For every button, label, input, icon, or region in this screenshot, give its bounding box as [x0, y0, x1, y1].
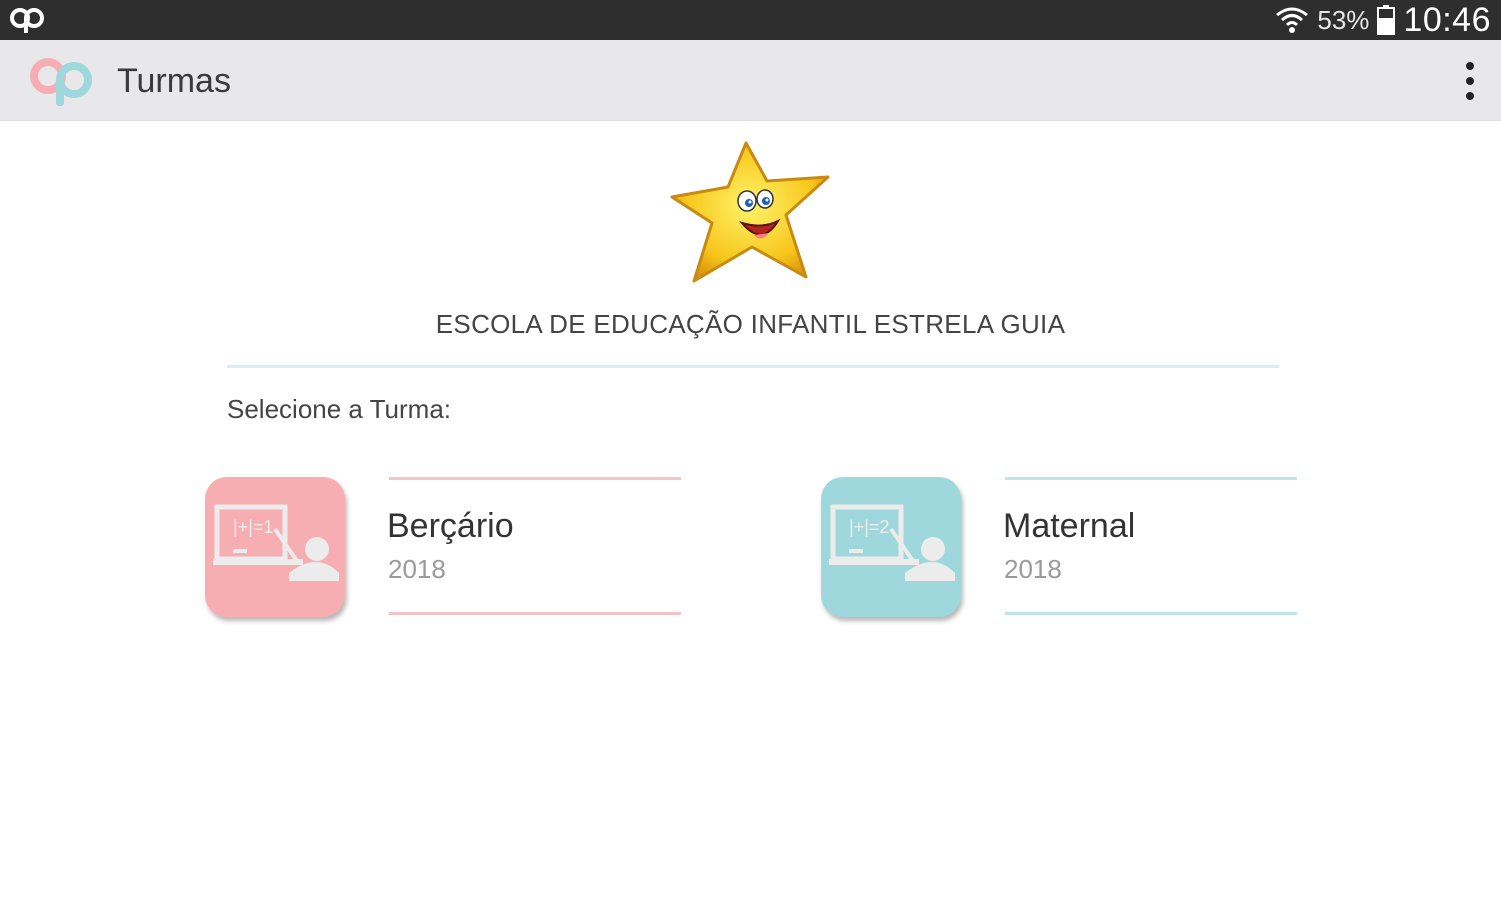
class-year: 2018 [1004, 554, 1062, 584]
app-bar: Turmas [0, 40, 1501, 121]
select-class-label: Selecione a Turma: [227, 394, 452, 424]
main-content: ESCOLA DE EDUCAÇÃO INFANTIL ESTRELA GUIA… [0, 121, 1501, 900]
card-top-line [389, 477, 681, 480]
card-bottom-line [1005, 612, 1297, 615]
divider [227, 365, 1279, 368]
clock: 10:46 [1403, 0, 1491, 39]
page-title: Turmas [117, 62, 231, 100]
card-top-line [1005, 477, 1297, 480]
class-year: 2018 [388, 554, 446, 584]
class-card-bercario[interactable]: |+|=1 Berçário 2018 [205, 477, 685, 617]
notification-app-icon [10, 8, 44, 33]
classroom-board-icon: |+|=1 [205, 477, 345, 617]
overflow-menu-icon[interactable] [1459, 58, 1481, 104]
board-text: |+|=2 [849, 517, 889, 537]
battery-percent: 53% [1317, 4, 1370, 35]
star-mascot-icon [670, 141, 830, 283]
school-name: ESCOLA DE EDUCAÇÃO INFANTIL ESTRELA GUIA [435, 309, 1066, 339]
board-text: |+|=1 [233, 517, 273, 537]
class-card-maternal[interactable]: |+|=2 Maternal 2018 [821, 477, 1301, 617]
class-name: Berçário [387, 507, 514, 545]
class-name: Maternal [1003, 507, 1136, 545]
battery-icon [1377, 5, 1396, 35]
card-bottom-line [389, 612, 681, 615]
classroom-board-icon: |+|=2 [821, 477, 961, 617]
wifi-icon [1276, 7, 1309, 33]
status-bar: 53% 10:46 [0, 0, 1501, 40]
app-logo-icon [30, 58, 92, 106]
